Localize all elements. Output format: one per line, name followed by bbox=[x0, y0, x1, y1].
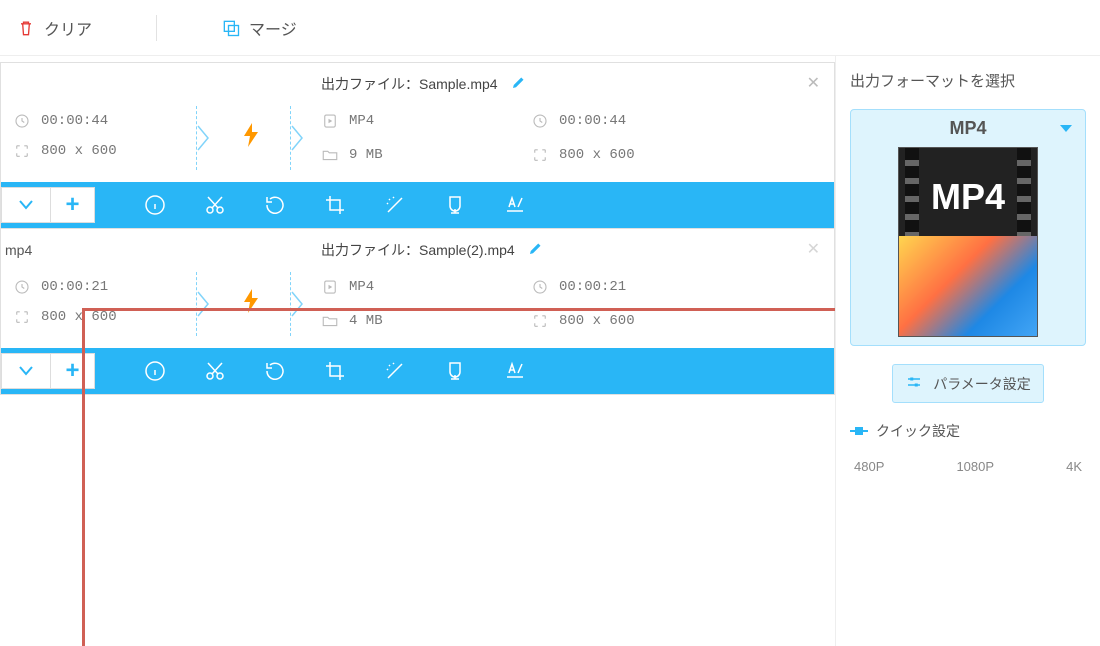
clock-icon bbox=[531, 112, 549, 130]
remove-file-button[interactable]: ✕ bbox=[807, 73, 820, 93]
out-format: MP4 bbox=[321, 112, 531, 130]
format-thumb: MP4 bbox=[898, 147, 1038, 337]
annotation-line-v bbox=[82, 308, 85, 646]
format-select-button[interactable] bbox=[2, 354, 50, 388]
out-format: MP4 bbox=[321, 278, 531, 296]
chevron-down-icon bbox=[1059, 118, 1073, 139]
trash-icon bbox=[16, 18, 36, 38]
dimensions-icon bbox=[13, 308, 31, 326]
src-duration: 00:00:21 bbox=[13, 278, 201, 296]
file-card: 出力ファイル：Sample.mp4 ✕ 00:00:44 bbox=[0, 62, 835, 229]
info-tool[interactable] bbox=[125, 182, 185, 228]
merge-label: マージ bbox=[249, 16, 297, 40]
rotate-tool[interactable] bbox=[245, 348, 305, 394]
clock-icon bbox=[13, 278, 31, 296]
out-size: 4 MB bbox=[321, 312, 531, 330]
preset-4k[interactable]: 4K bbox=[1066, 459, 1082, 474]
dimensions-icon bbox=[531, 312, 549, 330]
src-duration: 00:00:44 bbox=[13, 112, 201, 130]
file-card: mp4 出力ファイル：Sample(2).mp4 ✕ bbox=[0, 229, 835, 395]
remove-file-button[interactable]: ✕ bbox=[807, 239, 820, 259]
out-duration: 00:00:21 bbox=[531, 278, 834, 296]
output-file-label: 出力ファイル：Sample.mp4 bbox=[321, 74, 498, 94]
dimensions-icon bbox=[13, 142, 31, 160]
info-tool[interactable] bbox=[125, 348, 185, 394]
topbar: クリア マージ bbox=[0, 0, 1100, 56]
format-select-button[interactable] bbox=[2, 188, 50, 222]
param-label: パラメータ設定 bbox=[933, 374, 1031, 394]
subtitle-tool[interactable] bbox=[485, 182, 545, 228]
format-card[interactable]: MP4 MP4 bbox=[850, 109, 1086, 346]
merge-button[interactable]: マージ bbox=[221, 16, 297, 40]
crop-tool[interactable] bbox=[305, 348, 365, 394]
out-duration: 00:00:44 bbox=[531, 112, 834, 130]
clock-icon bbox=[13, 112, 31, 130]
play-file-icon bbox=[321, 278, 339, 296]
add-format-button[interactable]: + bbox=[50, 354, 94, 388]
cut-tool[interactable] bbox=[185, 348, 245, 394]
dimensions-icon bbox=[531, 146, 549, 164]
chevron-icon bbox=[196, 272, 212, 336]
chevron-icon bbox=[196, 106, 212, 170]
clear-label: クリア bbox=[44, 16, 92, 40]
select-format-title: 出力フォーマットを選択 bbox=[850, 70, 1086, 91]
effect-tool[interactable] bbox=[365, 348, 425, 394]
folder-icon bbox=[321, 312, 339, 330]
quick-preset-scale[interactable]: 480P 1080P 4K bbox=[850, 459, 1086, 474]
play-file-icon bbox=[321, 112, 339, 130]
out-size: 9 MB bbox=[321, 146, 531, 164]
file-action-bar: + bbox=[1, 348, 834, 394]
parameter-settings-button[interactable]: パラメータ設定 bbox=[892, 364, 1044, 403]
watermark-tool[interactable] bbox=[425, 348, 485, 394]
sliders-icon bbox=[905, 373, 923, 394]
clock-icon bbox=[531, 278, 549, 296]
output-file-label: 出力ファイル：Sample(2).mp4 bbox=[321, 240, 515, 260]
out-dimensions: 800 x 600 bbox=[531, 312, 834, 330]
file-list: 出力ファイル：Sample.mp4 ✕ 00:00:44 bbox=[0, 56, 835, 646]
topbar-divider bbox=[156, 15, 157, 41]
src-filename-tail: mp4 bbox=[5, 242, 32, 258]
effect-tool[interactable] bbox=[365, 182, 425, 228]
bolt-icon bbox=[242, 123, 260, 153]
preset-480p[interactable]: 480P bbox=[854, 459, 884, 474]
annotation-line-h bbox=[82, 308, 835, 311]
sidebar: 出力フォーマットを選択 MP4 MP4 パラメータ設定 bbox=[835, 56, 1100, 646]
preset-1080p[interactable]: 1080P bbox=[956, 459, 994, 474]
bolt-icon bbox=[242, 289, 260, 319]
cut-tool[interactable] bbox=[185, 182, 245, 228]
watermark-tool[interactable] bbox=[425, 182, 485, 228]
slider-icon bbox=[850, 430, 868, 432]
chevron-icon bbox=[290, 106, 306, 170]
folder-icon bbox=[321, 146, 339, 164]
crop-tool[interactable] bbox=[305, 182, 365, 228]
chevron-icon bbox=[290, 272, 306, 336]
out-dimensions: 800 x 600 bbox=[531, 146, 834, 164]
merge-icon bbox=[221, 18, 241, 38]
src-dimensions: 800 x 600 bbox=[13, 142, 201, 160]
format-card-label: MP4 bbox=[949, 118, 986, 139]
rotate-tool[interactable] bbox=[245, 182, 305, 228]
quick-settings-title: クイック設定 bbox=[850, 421, 1086, 441]
file-action-bar: + bbox=[1, 182, 834, 228]
subtitle-tool[interactable] bbox=[485, 348, 545, 394]
add-format-button[interactable]: + bbox=[50, 188, 94, 222]
edit-filename-button[interactable] bbox=[510, 73, 528, 94]
clear-button[interactable]: クリア bbox=[16, 16, 92, 40]
edit-filename-button[interactable] bbox=[527, 239, 545, 260]
